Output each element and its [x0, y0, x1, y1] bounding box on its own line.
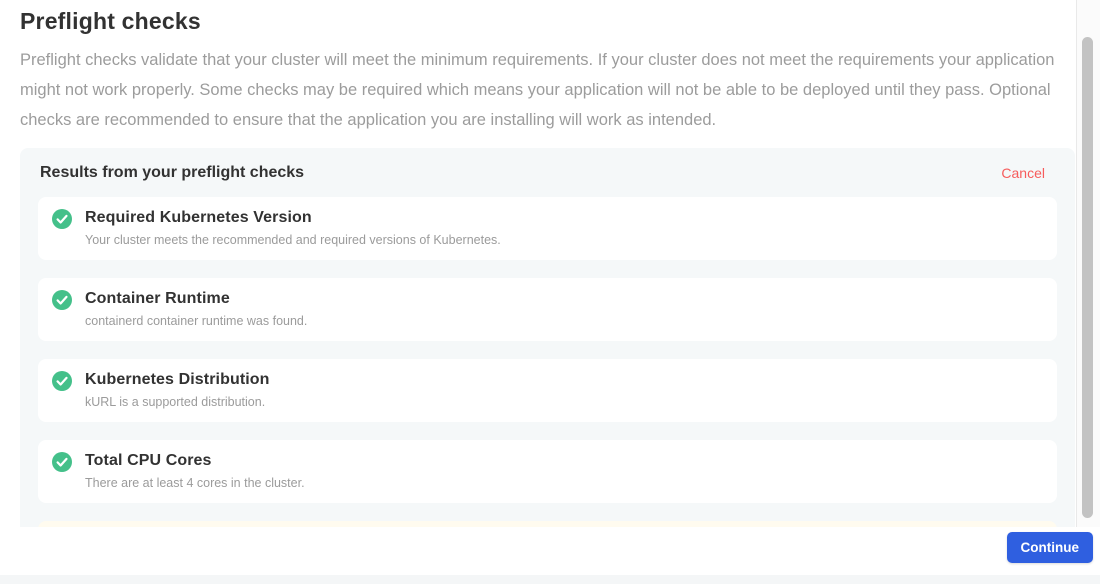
check-status-icon-slot	[52, 452, 72, 472]
continue-button[interactable]: Continue	[1007, 532, 1094, 563]
page-description: Preflight checks validate that your clus…	[20, 45, 1064, 135]
page-content: Preflight checks Preflight checks valida…	[0, 0, 1076, 527]
check-row: Total CPU Cores There are at least 4 cor…	[38, 440, 1057, 503]
preflight-screen: Preflight checks Preflight checks valida…	[0, 0, 1100, 584]
check-row: Kubernetes Distribution kURL is a suppor…	[38, 359, 1057, 422]
check-text: Required Kubernetes Version Your cluster…	[85, 208, 501, 248]
check-text: Kubernetes Distribution kURL is a suppor…	[85, 370, 270, 410]
bottom-strip	[0, 575, 1100, 584]
check-row: Container Runtime containerd container r…	[38, 278, 1057, 341]
scroll-viewport: Preflight checks Preflight checks valida…	[0, 0, 1100, 527]
check-text: Container Runtime containerd container r…	[85, 289, 307, 329]
panel-header: Results from your preflight checks Cance…	[38, 164, 1057, 182]
check-circle-icon	[52, 209, 72, 229]
check-row: Required Kubernetes Version Your cluster…	[38, 197, 1057, 260]
check-title: Container Runtime	[85, 289, 307, 309]
panel-title: Results from your preflight checks	[40, 164, 304, 182]
check-title: Kubernetes Distribution	[85, 370, 270, 390]
check-text: Total CPU Cores There are at least 4 cor…	[85, 451, 305, 491]
check-message: There are at least 4 cores in the cluste…	[85, 476, 305, 491]
cancel-link[interactable]: Cancel	[1001, 165, 1045, 181]
check-status-icon-slot	[52, 290, 72, 310]
check-circle-icon	[52, 290, 72, 310]
results-panel: Results from your preflight checks Cance…	[20, 148, 1075, 527]
check-message: Your cluster meets the recommended and r…	[85, 233, 501, 248]
check-message: kURL is a supported distribution.	[85, 395, 270, 410]
page-title: Preflight checks	[20, 8, 1076, 35]
check-title: Total CPU Cores	[85, 451, 305, 471]
check-circle-icon	[52, 452, 72, 472]
check-status-icon-slot	[52, 209, 72, 229]
scrollbar-track[interactable]	[1076, 0, 1100, 527]
check-circle-icon	[52, 371, 72, 391]
check-status-icon-slot	[52, 371, 72, 391]
check-list: Required Kubernetes Version Your cluster…	[38, 197, 1057, 527]
check-message: containerd container runtime was found.	[85, 314, 307, 329]
scrollbar-thumb[interactable]	[1082, 37, 1093, 518]
check-title: Required Kubernetes Version	[85, 208, 501, 228]
footer-bar: Continue	[0, 527, 1100, 575]
